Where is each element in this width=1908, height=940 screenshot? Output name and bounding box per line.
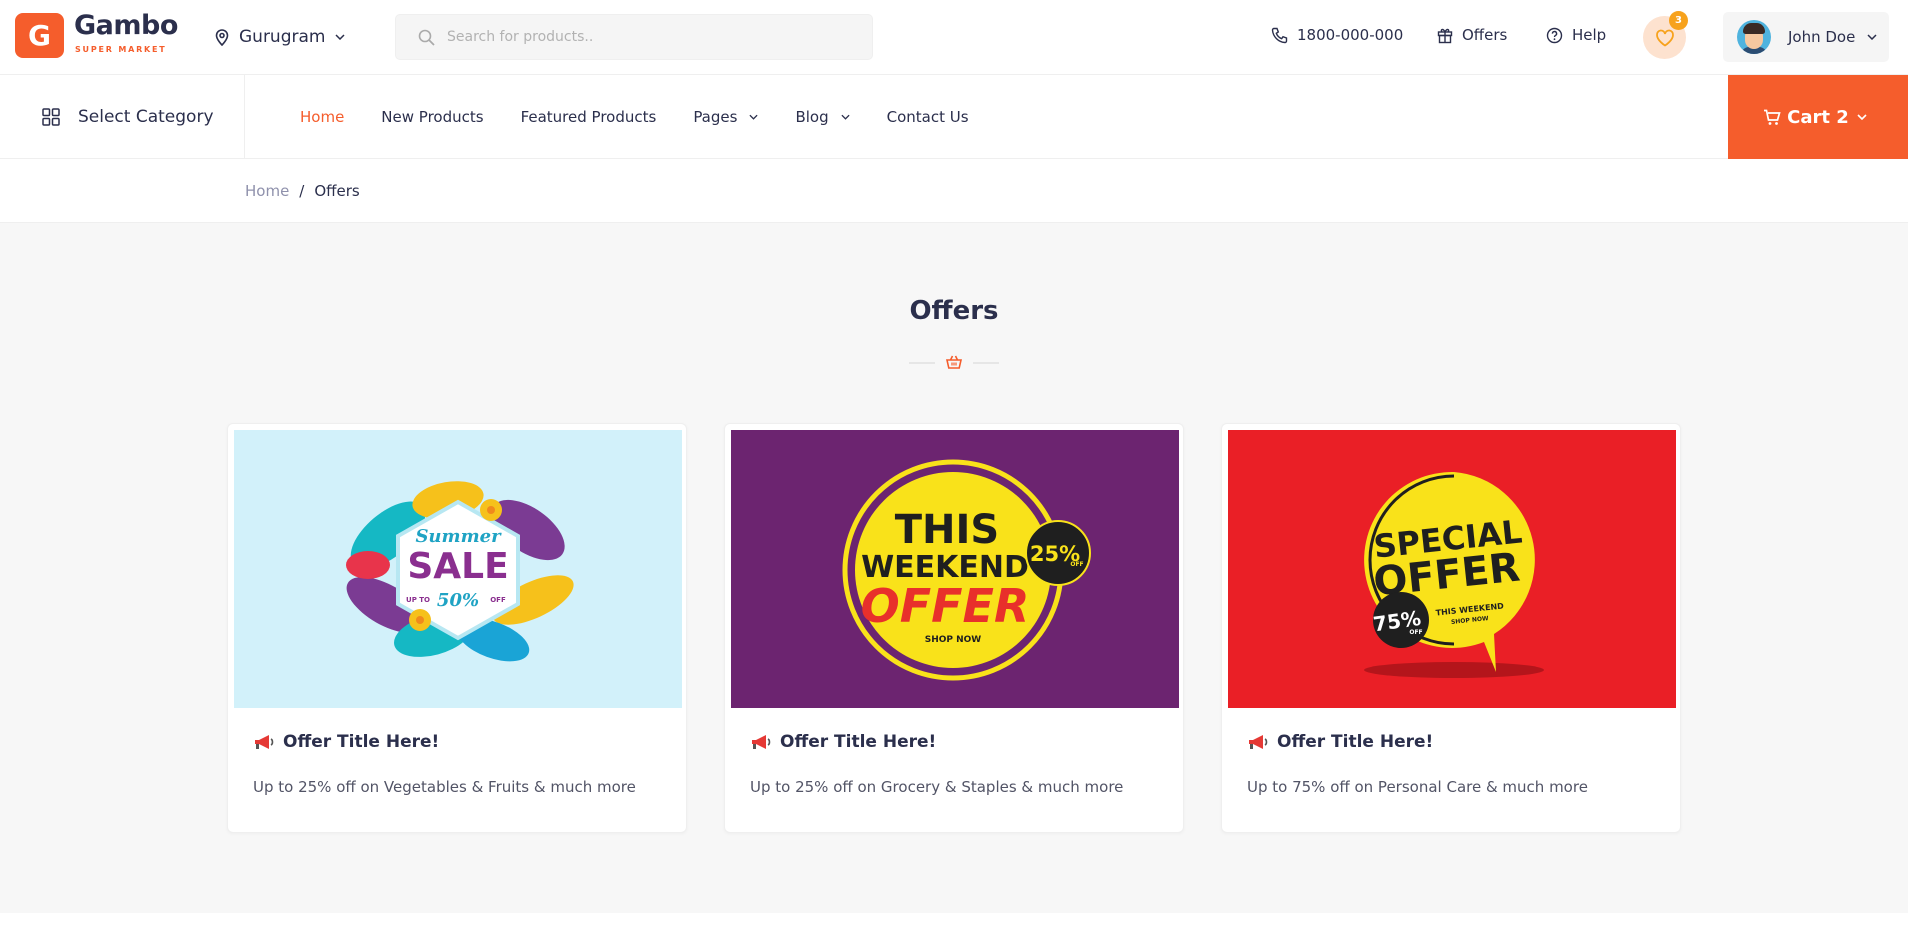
phone-icon (1271, 27, 1288, 43)
breadcrumb: Home / Offers (245, 182, 360, 200)
cart-label: Cart 2 (1787, 106, 1849, 128)
location-city: Gurugram (239, 27, 326, 47)
page-title: Offers (909, 296, 999, 326)
search-input[interactable] (447, 29, 847, 45)
banner-this-text: THIS (895, 507, 999, 553)
offers-section: Offers Summer SALE UP TO 50% OFF Offer T… (0, 223, 1908, 913)
banner-percent-text: 50% (437, 590, 479, 611)
megaphone-icon (255, 735, 274, 749)
offer-card[interactable]: Summer SALE UP TO 50% OFF Offer Title He… (227, 423, 687, 833)
menu-item-featured-products[interactable]: Featured Products (521, 108, 657, 126)
phone-link[interactable]: 1800-000-000 (1271, 26, 1403, 44)
banner-offer-text: OFFER (861, 579, 1030, 633)
offer-banner-special-offer[interactable]: SPECIAL OFFER THIS WEEKEND SHOP NOW 75% … (1228, 430, 1676, 708)
cart-icon (1764, 109, 1781, 125)
help-label: Help (1572, 26, 1607, 44)
avatar (1737, 20, 1771, 54)
main-menu: Home New Products Featured Products Page… (300, 75, 1006, 159)
category-selector[interactable]: Select Category (0, 75, 245, 159)
cart-button[interactable]: Cart 2 (1728, 75, 1908, 159)
brand-name[interactable]: Gambo (74, 10, 178, 41)
offer-banner-this-weekend[interactable]: THIS WEEKEND OFFER SHOP NOW 25% OFF (731, 430, 1179, 708)
breadcrumb-home[interactable]: Home (245, 182, 289, 200)
title-divider (909, 354, 999, 370)
banner-off-text: OFF (490, 596, 506, 604)
banner-off-text: OFF (1409, 629, 1422, 636)
brand-tagline: SUPER MARKET (75, 45, 167, 54)
menu-item-label: Home (300, 108, 345, 126)
offers-link[interactable]: Offers (1437, 26, 1507, 44)
offer-title[interactable]: Offer Title Here! (253, 732, 439, 752)
top-header: G Gambo SUPER MARKET Gurugram 1800-000-0… (0, 0, 1908, 75)
banner-sale-text: SALE (407, 546, 508, 587)
chevron-down-icon (841, 114, 850, 120)
chevron-down-icon (335, 34, 346, 40)
banner-upto-text: UP TO (406, 596, 430, 604)
offer-title-text: Offer Title Here! (1277, 732, 1434, 752)
gift-icon (1437, 28, 1453, 43)
offers-label: Offers (1462, 26, 1508, 44)
grid-icon (42, 108, 60, 126)
offer-description: Up to 25% off on Vegetables & Fruits & m… (253, 778, 636, 796)
menu-item-home[interactable]: Home (300, 108, 344, 126)
offer-banner-summer-sale[interactable]: Summer SALE UP TO 50% OFF (234, 430, 682, 708)
user-name: John Doe (1788, 28, 1856, 46)
offer-title[interactable]: Offer Title Here! (750, 732, 936, 752)
menu-item-label: New Products (381, 108, 484, 126)
banner-off-text: OFF (1070, 561, 1083, 568)
menu-item-label: Featured Products (520, 108, 657, 126)
breadcrumb-bar: Home / Offers (0, 160, 1908, 223)
brand-logo-mark[interactable]: G (15, 13, 64, 58)
help-icon (1546, 27, 1563, 43)
menu-item-contact-us[interactable]: Contact Us (887, 108, 969, 126)
heart-icon (1655, 29, 1674, 47)
phone-number: 1800-000-000 (1297, 26, 1404, 44)
search-icon (418, 29, 435, 46)
offer-card[interactable]: SPECIAL OFFER THIS WEEKEND SHOP NOW 75% … (1221, 423, 1681, 833)
offer-description: Up to 75% off on Personal Care & much mo… (1247, 778, 1588, 796)
megaphone-icon (752, 735, 771, 749)
offer-card[interactable]: THIS WEEKEND OFFER SHOP NOW 25% OFF Offe… (724, 423, 1184, 833)
breadcrumb-separator: / (299, 182, 305, 200)
wishlist-count-badge: 3 (1669, 11, 1688, 30)
menu-item-pages[interactable]: Pages (693, 108, 759, 126)
category-label: Select Category (78, 107, 214, 127)
banner-shopnow-text: SHOP NOW (925, 635, 982, 645)
offer-title-text: Offer Title Here! (283, 732, 440, 752)
menu-item-label: Pages (693, 108, 738, 126)
chevron-down-icon (749, 114, 759, 120)
basket-icon (946, 355, 962, 369)
chevron-down-icon (1857, 114, 1867, 120)
offer-title[interactable]: Offer Title Here! (1247, 732, 1433, 752)
menu-item-blog[interactable]: Blog (795, 108, 850, 126)
wishlist-button[interactable]: 3 (1643, 11, 1688, 59)
search-box (395, 14, 873, 60)
banner-summer-text: Summer (415, 526, 502, 547)
megaphone-icon (1249, 735, 1268, 749)
offer-description: Up to 25% off on Grocery & Staples & muc… (750, 778, 1124, 796)
offer-title-text: Offer Title Here! (780, 732, 937, 752)
menu-item-label: Contact Us (886, 108, 969, 126)
map-pin-icon (215, 28, 229, 46)
main-navbar: Select Category Home New Products Featur… (0, 75, 1908, 159)
help-link[interactable]: Help (1546, 26, 1606, 44)
chevron-down-icon (1867, 34, 1877, 40)
location-selector[interactable]: Gurugram (215, 25, 355, 49)
breadcrumb-current: Offers (314, 182, 360, 200)
menu-item-new-products[interactable]: New Products (381, 108, 483, 126)
menu-item-label: Blog (795, 108, 829, 126)
user-menu[interactable]: John Doe (1723, 12, 1889, 62)
